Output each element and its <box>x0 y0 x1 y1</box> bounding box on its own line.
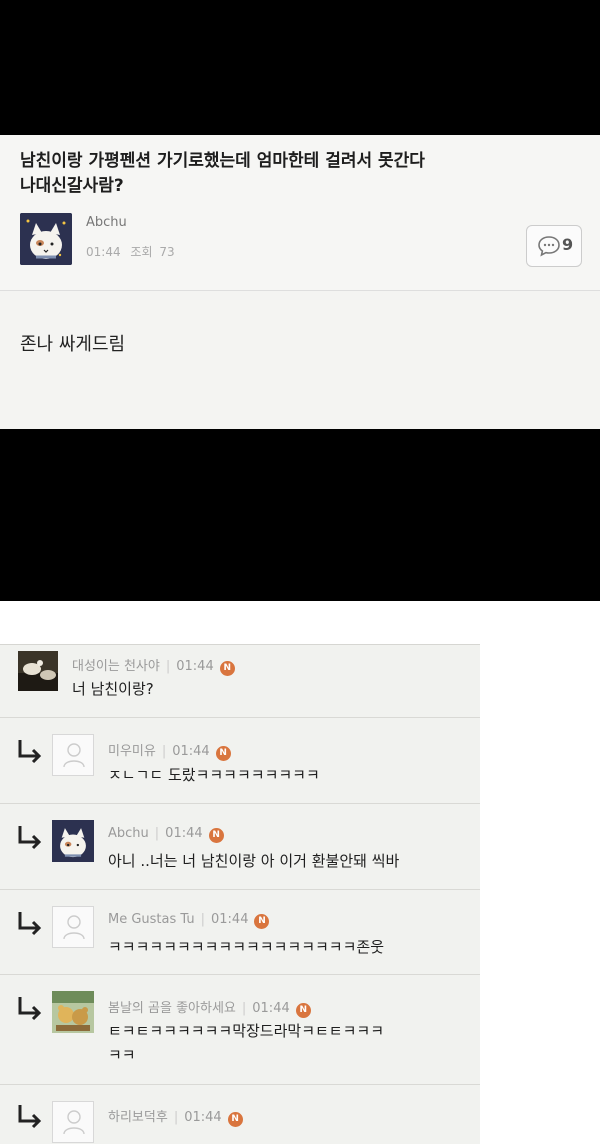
new-badge: N <box>227 1112 243 1127</box>
post-body-text: 존나 싸게드림 <box>20 334 126 355</box>
comment-meta: Abchu | 01:44 N <box>108 826 224 843</box>
new-badge: N <box>215 746 231 761</box>
new-badge: N <box>219 661 235 676</box>
reply-item: 봄날의 곰을 좋아하세요 | 01:44 N ㅌㅋㅌㅋㅋㅋㅋㅋㅋ막장드라막ㅋㅌㅌㅋㅋㅋ… <box>0 975 480 1085</box>
comment-time: 01:44 <box>165 826 203 841</box>
comment-meta: 미우미유 | 01:44 N <box>108 740 231 761</box>
comment-time: 01:44 <box>252 1001 290 1016</box>
post-views-label: 조회 <box>130 245 153 259</box>
comment-time: 01:44 <box>211 912 249 927</box>
post-header: 남친이랑 가평펜션 가기로했는데 엄마한테 걸려서 못간다 나대신갈사람? Ab… <box>0 135 600 291</box>
reply-item: 미우미유 | 01:44 N ㅈㄴㄱㄷ 도랐ㅋㅋㅋㅋㅋㅋㅋㅋㅋ <box>0 718 480 804</box>
comment-count-button[interactable]: 9 <box>526 225 582 267</box>
post-title-line-2: 나대신갈사람? <box>20 176 124 196</box>
commenter-avatar[interactable] <box>52 820 94 862</box>
post-card: 남친이랑 가평펜션 가기로했는데 엄마한테 걸려서 못간다 나대신갈사람? Ab… <box>0 135 600 429</box>
new-badge: N <box>295 1003 311 1018</box>
comment-meta: Me Gustas Tu | 01:44 N <box>108 912 270 929</box>
cat-avatar-icon <box>52 820 94 862</box>
comment-text: ㅋㅋㅋㅋㅋㅋㅋㅋㅋㅋㅋㅋㅋㅋㅋㅋㅋㅋ존웃 <box>108 938 385 956</box>
commenter-avatar[interactable] <box>52 734 94 776</box>
person-icon <box>63 1110 85 1135</box>
post-meta: 01:44 조회 73 <box>86 243 175 260</box>
comment-author[interactable]: 미우미유 <box>108 744 156 759</box>
comment-text-line-1: ㅌㅋㅌㅋㅋㅋㅋㅋㅋ막장드라막ㅋㅌㅌㅋㅋㅋ <box>108 1022 385 1040</box>
reply-item: Abchu | 01:44 N 아니 ..너는 너 남친이랑 아 이거 환불안돼 씩바 <box>0 804 480 890</box>
comment-author[interactable]: 하리보덕후 <box>108 1110 168 1125</box>
commenter-avatar[interactable] <box>18 651 58 691</box>
comment-meta: 대성이는 천사야 | 01:44 N <box>72 655 235 676</box>
new-badge: N <box>254 914 270 929</box>
post-title: 남친이랑 가평펜션 가기로했는데 엄마한테 걸려서 못간다 나대신갈사람? <box>20 149 540 199</box>
reply-arrow-icon <box>18 740 42 764</box>
black-band-top <box>0 0 600 135</box>
comment-text: 너 남친이랑? <box>72 680 154 698</box>
comment-author[interactable]: 대성이는 천사야 <box>72 659 160 674</box>
reply-arrow-icon <box>18 912 42 936</box>
commenter-avatar[interactable] <box>52 991 94 1033</box>
comment-author[interactable]: 봄날의 곰을 좋아하세요 <box>108 1001 236 1016</box>
photo-avatar-icon <box>18 651 58 691</box>
comment-author[interactable]: Me Gustas Tu <box>108 912 195 927</box>
post-author-name[interactable]: Abchu <box>86 215 127 230</box>
comment-meta: 봄날의 곰을 좋아하세요 | 01:44 N <box>108 997 311 1018</box>
comment-time: 01:44 <box>176 659 214 674</box>
commenter-avatar[interactable] <box>52 906 94 948</box>
comment-count: 9 <box>562 235 574 254</box>
comment-text: ㅌㅋㅌㅋㅋㅋㅋㅋㅋ막장드라막ㅋㅌㅌㅋㅋㅋ ㅋㅋ <box>108 1019 384 1067</box>
black-band-middle <box>0 429 600 601</box>
comment-time: 01:44 <box>172 744 210 759</box>
reply-item: Me Gustas Tu | 01:44 N ㅋㅋㅋㅋㅋㅋㅋㅋㅋㅋㅋㅋㅋㅋㅋㅋㅋㅋ존웃 <box>0 890 480 975</box>
post-title-line-1: 남친이랑 가평펜션 가기로했는데 엄마한테 걸려서 못간다 <box>20 151 425 171</box>
comment-list: 대성이는 천사야 | 01:44 N 너 남친이랑? 미우미유 | 01:44 N ㅈㄴㄱㄷ… <box>0 644 480 1144</box>
reply-arrow-icon <box>18 997 42 1021</box>
comment-meta: 하리보덕후 | 01:44 N <box>108 1106 243 1127</box>
reply-arrow-icon <box>18 826 42 850</box>
cat-avatar-icon <box>20 213 72 265</box>
person-icon <box>63 915 85 940</box>
comment-text: 아니 ..너는 너 남친이랑 아 이거 환불안돼 씩바 <box>108 852 400 870</box>
comment-bubble-icon <box>538 236 560 257</box>
comment-item: 대성이는 천사야 | 01:44 N 너 남친이랑? <box>0 645 480 718</box>
comment-author[interactable]: Abchu <box>108 826 149 841</box>
new-badge: N <box>208 828 224 843</box>
comment-text-line-2: ㅋㅋ <box>108 1046 136 1064</box>
person-icon <box>63 743 85 768</box>
reply-arrow-icon <box>18 1105 42 1129</box>
comment-time: 01:44 <box>184 1110 222 1125</box>
reply-item: 하리보덕후 | 01:44 N <box>0 1085 480 1144</box>
commenter-avatar[interactable] <box>52 1101 94 1143</box>
post-time: 01:44 <box>86 245 121 259</box>
comment-text: ㅈㄴㄱㄷ 도랐ㅋㅋㅋㅋㅋㅋㅋㅋㅋ <box>108 766 320 784</box>
post-views: 73 <box>159 245 175 259</box>
author-avatar[interactable] <box>20 213 72 265</box>
bear-avatar-icon <box>52 991 94 1033</box>
